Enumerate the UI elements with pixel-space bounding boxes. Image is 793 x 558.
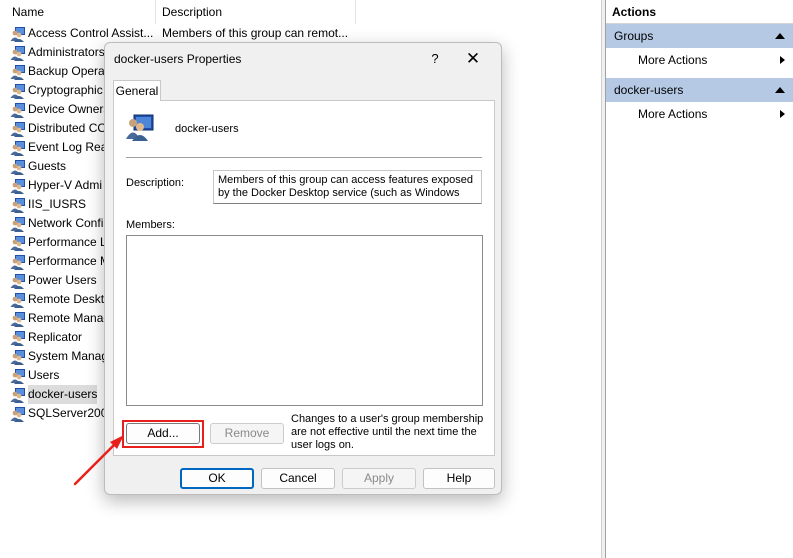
actions-section-label: Groups xyxy=(614,29,654,43)
group-name-cell: Backup Operat xyxy=(28,64,109,78)
actions-pane: Actions Groups More Actions docker-users… xyxy=(606,0,793,558)
group-name-cell: Power Users xyxy=(28,273,97,287)
group-name-cell: SQLServer2005 xyxy=(28,406,115,420)
group-name-cell: Distributed CO xyxy=(28,121,107,135)
users-group-icon xyxy=(10,254,26,270)
users-group-icon xyxy=(10,292,26,308)
actions-section-docker-users[interactable]: docker-users xyxy=(606,78,793,102)
users-group-icon xyxy=(10,159,26,175)
list-header: Name Description xyxy=(0,0,601,24)
actions-title: Actions xyxy=(606,0,793,24)
group-name-cell: Users xyxy=(28,368,60,382)
users-group-icon xyxy=(10,330,26,346)
group-name: docker-users xyxy=(175,123,239,135)
users-group-icon xyxy=(10,406,26,422)
users-group-icon xyxy=(10,311,26,327)
users-group-icon xyxy=(10,235,26,251)
description-label: Description: xyxy=(126,177,185,189)
column-header-description[interactable]: Description xyxy=(156,0,356,24)
triangle-up-icon[interactable] xyxy=(775,87,785,93)
group-name-cell: Administrators xyxy=(28,45,105,59)
dialog-title: docker-users Properties xyxy=(114,52,242,66)
actions-section-label: docker-users xyxy=(614,83,684,97)
group-name-cell: Cryptographic xyxy=(28,83,103,97)
list-item[interactable]: Access Control Assist... Members of this … xyxy=(0,24,360,43)
group-name-cell: Access Control Assist... xyxy=(28,26,154,40)
group-name-cell: Network Confi xyxy=(28,216,104,230)
users-group-icon xyxy=(10,26,26,42)
annotation-arrow xyxy=(73,435,124,486)
members-list[interactable] xyxy=(126,235,483,406)
group-name-cell: Replicator xyxy=(28,330,83,344)
add-button[interactable]: Add... xyxy=(126,423,200,444)
group-name-cell: Performance L xyxy=(28,235,107,249)
group-name-cell: Remote Deskto xyxy=(28,292,111,306)
users-group-icon xyxy=(10,216,26,232)
users-group-icon xyxy=(10,140,26,156)
group-name-cell: Hyper-V Admi xyxy=(28,178,103,192)
users-group-icon xyxy=(10,64,26,80)
column-header-name[interactable]: Name xyxy=(0,0,156,24)
users-group-icon xyxy=(10,368,26,384)
users-group-icon xyxy=(126,114,154,141)
description-field[interactable]: Members of this group can access feature… xyxy=(213,170,482,204)
general-tab-panel: docker-users Description: Members of thi… xyxy=(113,100,495,456)
tab-general[interactable]: General xyxy=(113,80,161,101)
group-name-cell: Remote Manag xyxy=(28,311,111,325)
group-name-cell: Guests xyxy=(28,159,67,173)
users-group-icon xyxy=(10,387,26,403)
group-name-cell: Performance M xyxy=(28,254,111,268)
cancel-button[interactable]: Cancel xyxy=(261,468,335,489)
group-name-cell: Device Owners xyxy=(28,102,110,116)
help-icon[interactable]: ? xyxy=(421,48,449,70)
group-name-cell: System Manag xyxy=(28,349,109,363)
group-name-cell: Event Log Rea xyxy=(28,140,108,154)
divider xyxy=(126,157,482,158)
users-group-icon xyxy=(10,197,26,213)
actions-item-label: More Actions xyxy=(638,53,708,67)
actions-section-groups[interactable]: Groups xyxy=(606,24,793,48)
apply-button[interactable]: Apply xyxy=(342,468,416,489)
group-description-cell: Members of this group can remot... xyxy=(162,26,349,40)
users-group-icon xyxy=(10,45,26,61)
close-icon[interactable]: ✕ xyxy=(459,48,487,70)
group-name-cell: IIS_IUSRS xyxy=(28,197,87,211)
actions-item-label: More Actions xyxy=(638,107,708,121)
users-group-icon xyxy=(10,121,26,137)
triangle-right-icon xyxy=(780,56,785,64)
triangle-up-icon[interactable] xyxy=(775,33,785,39)
users-group-icon xyxy=(10,349,26,365)
users-group-icon xyxy=(10,273,26,289)
dialog-titlebar[interactable]: docker-users Properties ? ✕ xyxy=(105,43,501,75)
ok-button[interactable]: OK xyxy=(180,468,254,489)
group-name-cell: docker-users xyxy=(28,385,98,404)
membership-change-note: Changes to a user's group membership are… xyxy=(291,413,484,451)
users-group-icon xyxy=(10,83,26,99)
users-group-icon xyxy=(10,102,26,118)
remove-button[interactable]: Remove xyxy=(210,423,284,444)
users-group-icon xyxy=(10,178,26,194)
triangle-right-icon xyxy=(780,110,785,118)
actions-more-actions-groups[interactable]: More Actions xyxy=(606,48,793,72)
actions-more-actions-docker-users[interactable]: More Actions xyxy=(606,102,793,126)
properties-dialog: docker-users Properties ? ✕ General dock… xyxy=(104,42,502,495)
members-label: Members: xyxy=(126,219,175,231)
help-button[interactable]: Help xyxy=(423,468,495,489)
